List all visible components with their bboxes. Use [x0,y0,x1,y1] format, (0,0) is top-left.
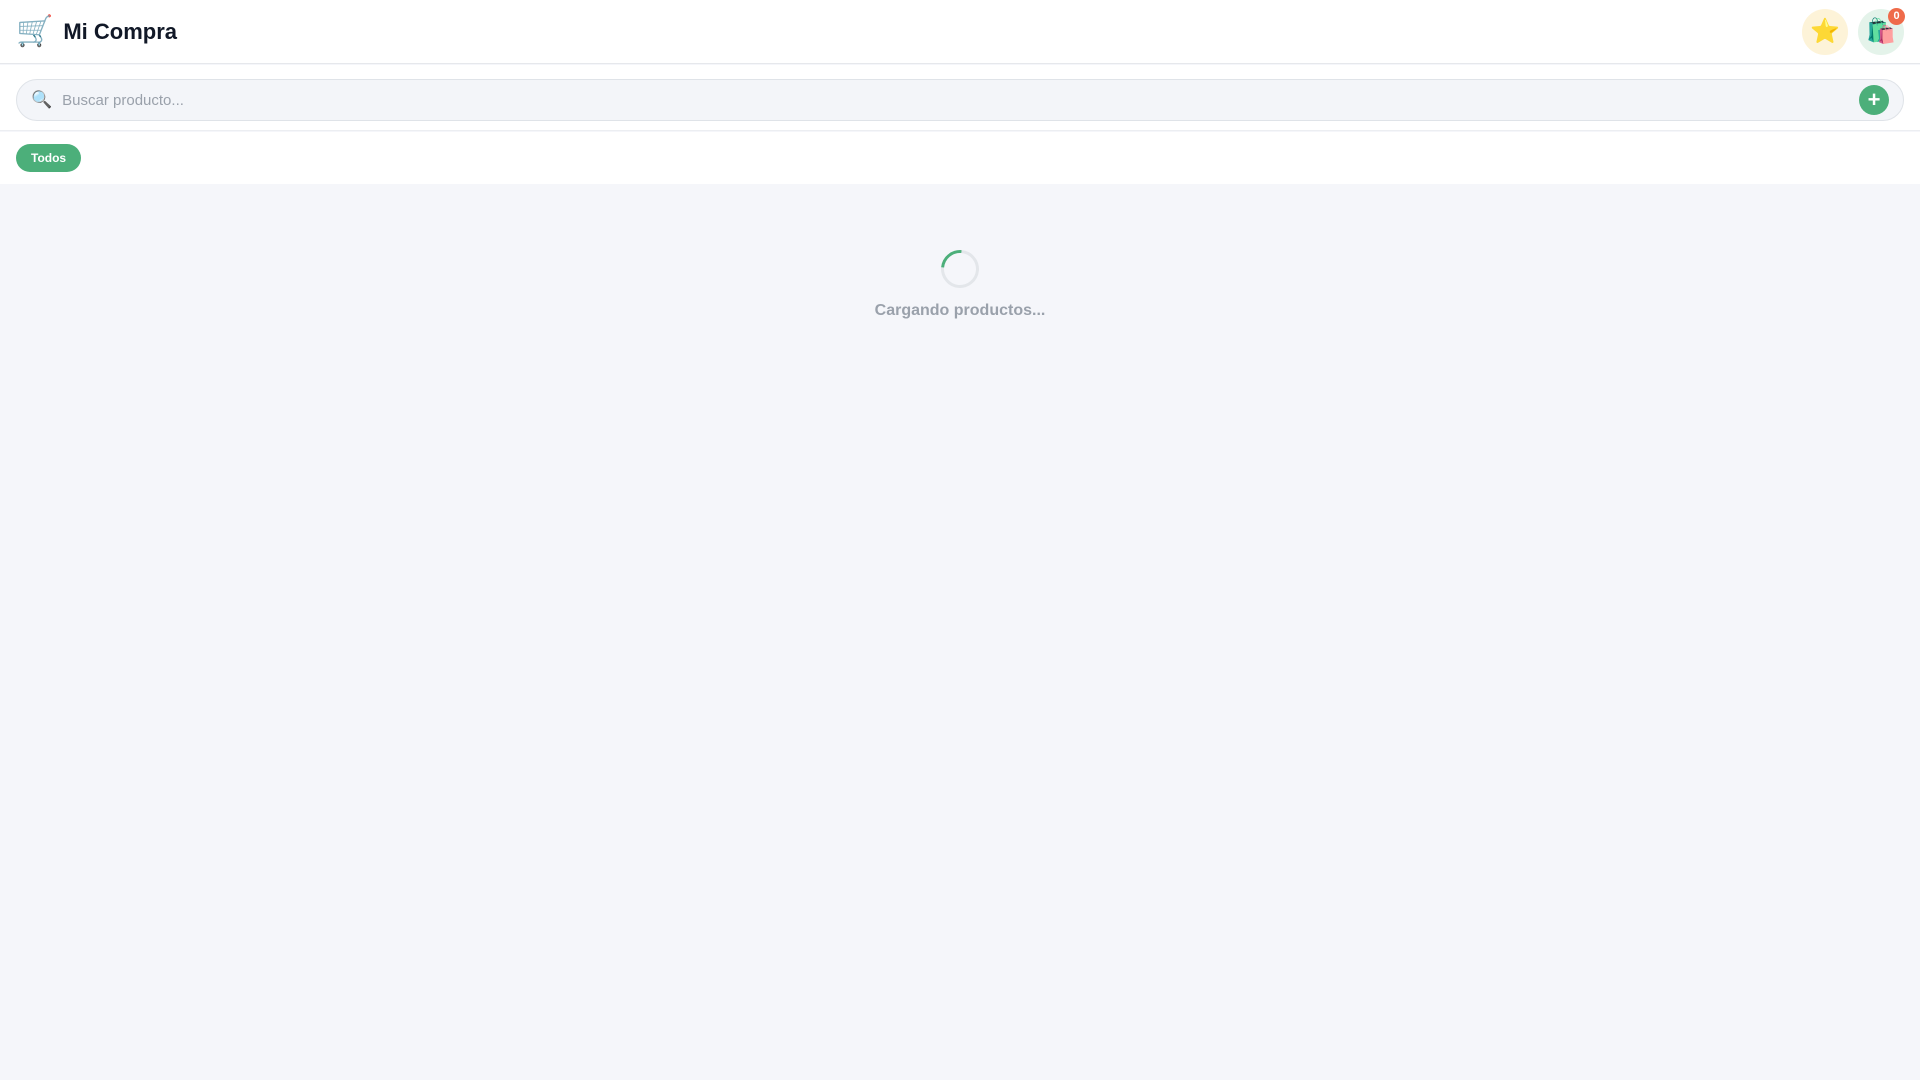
cart-button[interactable]: 🛍️ 0 [1858,7,1905,55]
brand: 🛒 Mi Compra [16,14,178,48]
category-filter-bar: Todos [0,132,1920,184]
search-icon: 🔍 [31,90,53,109]
filter-chip-todos[interactable]: Todos [16,144,82,172]
favorites-button[interactable]: ⭐ [1802,8,1848,55]
app-title: Mi Compra [63,18,178,44]
loading-spinner [933,242,987,296]
cart-count-badge: 0 [1888,7,1905,25]
app-header: 🛒 Mi Compra ⭐ 🛍️ 0 [0,0,1920,64]
header-actions: ⭐ 🛍️ 0 [1802,7,1905,55]
search-bar: 🔍 + [16,79,1904,121]
loading-text: Cargando productos... [874,302,1046,319]
add-product-button[interactable]: + [1859,85,1889,115]
search-input[interactable] [62,91,1859,109]
loading-state: Cargando productos... [0,242,1920,320]
star-icon: ⭐ [1810,18,1840,45]
shopping-cart-icon: 🛒 [16,14,54,48]
search-section: 🔍 + [0,65,1920,131]
